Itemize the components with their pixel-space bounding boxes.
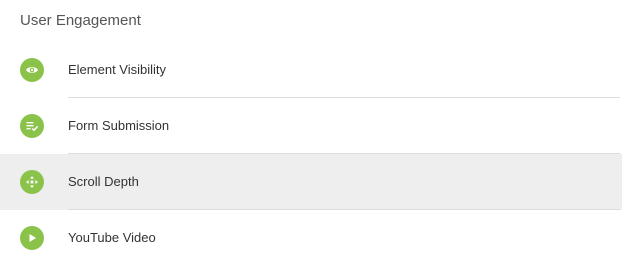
trigger-type-list: Element Visibility Form Submission Scrol… (0, 42, 622, 266)
list-item-youtube-video[interactable]: YouTube Video (0, 210, 622, 266)
list-item-label: Element Visibility (68, 62, 167, 77)
play-icon (20, 226, 44, 250)
form-check-icon (20, 114, 44, 138)
arrows-move-icon (20, 170, 44, 194)
list-item-label: YouTube Video (68, 230, 156, 245)
section-title: User Engagement (20, 12, 141, 29)
list-item-element-visibility[interactable]: Element Visibility (0, 42, 622, 98)
list-item-form-submission[interactable]: Form Submission (0, 98, 622, 154)
list-item-label: Scroll Depth (68, 174, 139, 189)
list-item-label: Form Submission (68, 118, 170, 133)
list-item-scroll-depth[interactable]: Scroll Depth (0, 154, 622, 210)
eye-icon (20, 58, 44, 82)
